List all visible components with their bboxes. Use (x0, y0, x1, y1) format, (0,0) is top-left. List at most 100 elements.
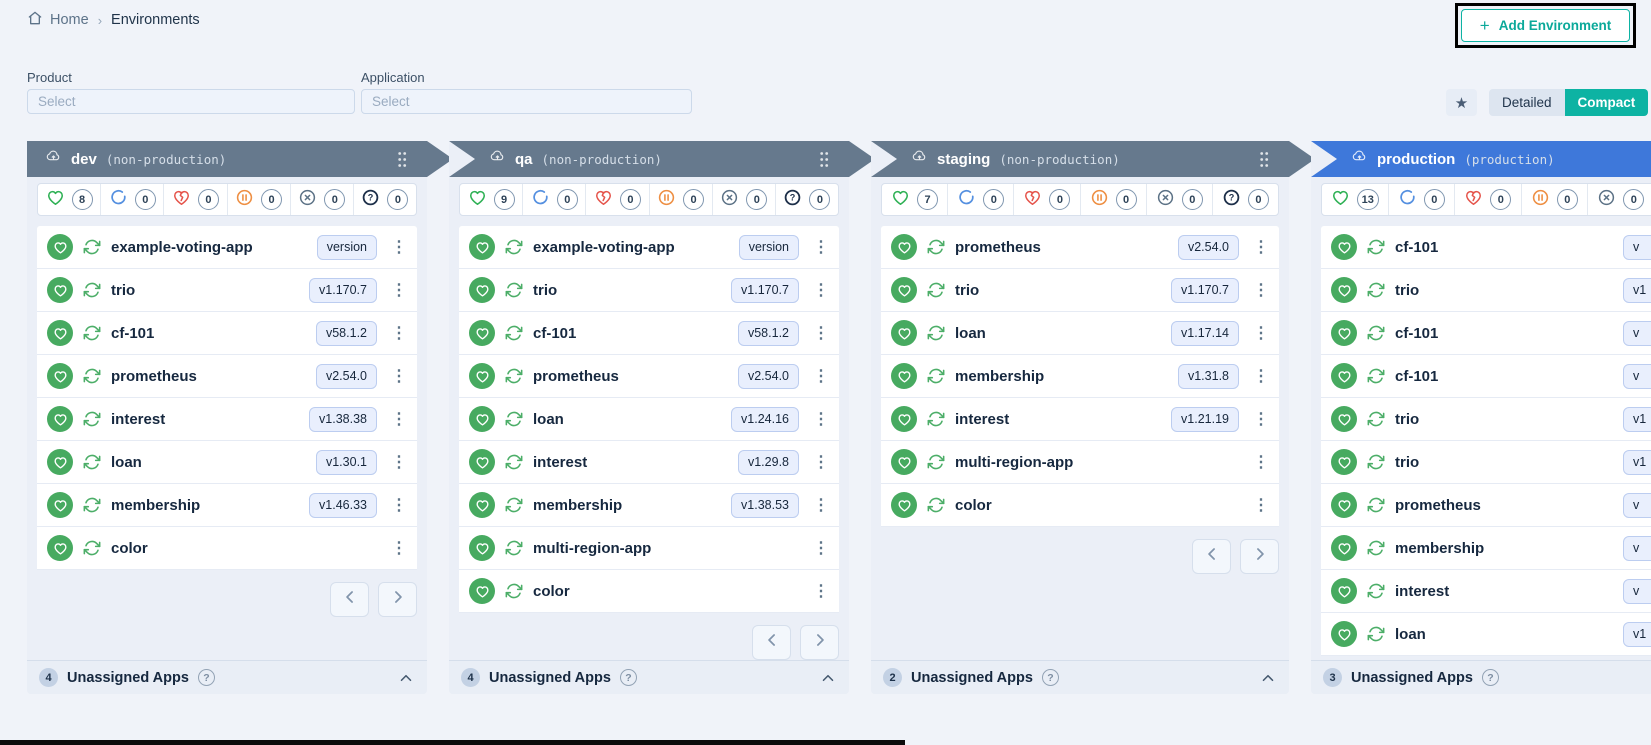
status-seg-terminating[interactable]: 0 (1146, 184, 1212, 215)
app-row-loan[interactable]: loan v1 ⋮ (1321, 613, 1651, 656)
app-row-trio[interactable]: trio v1 ⋮ (1321, 441, 1651, 484)
app-row-trio[interactable]: trio v1 ⋮ (1321, 398, 1651, 441)
app-row-trio[interactable]: trio v1.170.7 ⋮ (881, 269, 1279, 312)
unassigned-apps-footer[interactable]: 2 Unassigned Apps ? (871, 660, 1289, 694)
status-seg-degraded[interactable]: 0 (585, 184, 648, 215)
kebab-menu-button[interactable]: ⋮ (1249, 452, 1273, 472)
status-seg-healthy[interactable]: 7 (882, 184, 947, 215)
app-row-multi-region-app[interactable]: multi-region-app ⋮ (881, 441, 1279, 484)
app-row-interest[interactable]: interest v1.21.19 ⋮ (881, 398, 1279, 441)
kebab-menu-button[interactable]: ⋮ (1249, 323, 1273, 343)
kebab-menu-button[interactable]: ⋮ (387, 409, 411, 429)
status-seg-progressing[interactable]: 0 (100, 184, 163, 215)
app-row-prometheus[interactable]: prometheus v2.54.0 ⋮ (37, 355, 417, 398)
status-seg-suspended[interactable]: 0 (649, 184, 712, 215)
status-seg-suspended[interactable]: 0 (1521, 184, 1588, 215)
app-row-prometheus[interactable]: prometheus v2.54.0 ⋮ (881, 226, 1279, 269)
kebab-menu-button[interactable]: ⋮ (1249, 366, 1273, 386)
drag-handle-icon[interactable] (397, 151, 407, 168)
application-filter-select[interactable]: Select (361, 89, 692, 114)
app-row-multi-region-app[interactable]: multi-region-app ⋮ (459, 527, 839, 570)
kebab-menu-button[interactable]: ⋮ (809, 280, 833, 300)
help-icon[interactable]: ? (1482, 669, 1499, 686)
app-row-cf-101[interactable]: cf-101 v ⋮ (1321, 312, 1651, 355)
kebab-menu-button[interactable]: ⋮ (809, 495, 833, 515)
kebab-menu-button[interactable]: ⋮ (809, 538, 833, 558)
status-seg-healthy[interactable]: 13 (1322, 184, 1388, 215)
app-row-prometheus[interactable]: prometheus v2.54.0 ⋮ (459, 355, 839, 398)
help-icon[interactable]: ? (1042, 669, 1059, 686)
pagination-prev-button[interactable] (752, 625, 791, 660)
app-row-loan[interactable]: loan v1.17.14 ⋮ (881, 312, 1279, 355)
status-seg-unknown[interactable]: ? 0 (1212, 184, 1278, 215)
kebab-menu-button[interactable]: ⋮ (387, 452, 411, 472)
pagination-prev-button[interactable] (330, 582, 369, 617)
product-filter-select[interactable]: Select (27, 89, 355, 114)
app-row-cf-101[interactable]: cf-101 v58.1.2 ⋮ (459, 312, 839, 355)
kebab-menu-button[interactable]: ⋮ (1249, 409, 1273, 429)
app-row-interest[interactable]: interest v1.38.38 ⋮ (37, 398, 417, 441)
pagination-prev-button[interactable] (1192, 539, 1231, 574)
drag-handle-icon[interactable] (1259, 151, 1269, 168)
status-seg-suspended[interactable]: 0 (227, 184, 290, 215)
status-seg-progressing[interactable]: 0 (1388, 184, 1455, 215)
breadcrumb-home-link[interactable]: Home (27, 10, 89, 30)
collapse-chevron-up-icon[interactable] (1259, 669, 1277, 687)
status-seg-suspended[interactable]: 0 (1080, 184, 1146, 215)
app-row-interest[interactable]: interest v ⋮ (1321, 570, 1651, 613)
app-row-color[interactable]: color ⋮ (881, 484, 1279, 527)
kebab-menu-button[interactable]: ⋮ (387, 495, 411, 515)
status-seg-healthy[interactable]: 9 (460, 184, 522, 215)
app-row-prometheus[interactable]: prometheus v ⋮ (1321, 484, 1651, 527)
status-seg-terminating[interactable]: 0 (1587, 184, 1651, 215)
status-seg-progressing[interactable]: 0 (947, 184, 1013, 215)
status-seg-degraded[interactable]: 0 (1013, 184, 1079, 215)
status-seg-unknown[interactable]: ? 0 (353, 184, 416, 215)
app-row-loan[interactable]: loan v1.24.16 ⋮ (459, 398, 839, 441)
kebab-menu-button[interactable]: ⋮ (809, 366, 833, 386)
collapse-chevron-up-icon[interactable] (397, 669, 415, 687)
view-detailed-button[interactable]: Detailed (1489, 89, 1565, 116)
app-row-membership[interactable]: membership v1.38.53 ⋮ (459, 484, 839, 527)
help-icon[interactable]: ? (198, 669, 215, 686)
status-seg-healthy[interactable]: 8 (38, 184, 100, 215)
unassigned-apps-footer[interactable]: 4 Unassigned Apps ? (27, 660, 427, 694)
help-icon[interactable]: ? (620, 669, 637, 686)
add-environment-button[interactable]: + Add Environment (1461, 9, 1630, 42)
status-seg-progressing[interactable]: 0 (522, 184, 585, 215)
kebab-menu-button[interactable]: ⋮ (809, 409, 833, 429)
kebab-menu-button[interactable]: ⋮ (809, 452, 833, 472)
kebab-menu-button[interactable]: ⋮ (1249, 280, 1273, 300)
app-row-membership[interactable]: membership v1.46.33 ⋮ (37, 484, 417, 527)
app-row-color[interactable]: color ⋮ (37, 527, 417, 570)
app-row-cf-101[interactable]: cf-101 v ⋮ (1321, 226, 1651, 269)
app-row-cf-101[interactable]: cf-101 v ⋮ (1321, 355, 1651, 398)
status-seg-degraded[interactable]: 0 (163, 184, 226, 215)
app-row-trio[interactable]: trio v1 ⋮ (1321, 269, 1651, 312)
app-row-color[interactable]: color ⋮ (459, 570, 839, 613)
kebab-menu-button[interactable]: ⋮ (387, 538, 411, 558)
collapse-chevron-up-icon[interactable] (819, 669, 837, 687)
kebab-menu-button[interactable]: ⋮ (387, 237, 411, 257)
kebab-menu-button[interactable]: ⋮ (1249, 237, 1273, 257)
app-row-example-voting-app[interactable]: example-voting-app version ⋮ (459, 226, 839, 269)
app-row-trio[interactable]: trio v1.170.7 ⋮ (37, 269, 417, 312)
kebab-menu-button[interactable]: ⋮ (809, 323, 833, 343)
kebab-menu-button[interactable]: ⋮ (809, 237, 833, 257)
status-seg-terminating[interactable]: 0 (290, 184, 353, 215)
favorites-star-button[interactable]: ★ (1446, 89, 1477, 116)
status-seg-terminating[interactable]: 0 (712, 184, 775, 215)
app-row-example-voting-app[interactable]: example-voting-app version ⋮ (37, 226, 417, 269)
kebab-menu-button[interactable]: ⋮ (809, 581, 833, 601)
status-seg-unknown[interactable]: ? 0 (775, 184, 838, 215)
app-row-membership[interactable]: membership v1.31.8 ⋮ (881, 355, 1279, 398)
kebab-menu-button[interactable]: ⋮ (387, 323, 411, 343)
kebab-menu-button[interactable]: ⋮ (387, 280, 411, 300)
app-row-interest[interactable]: interest v1.29.8 ⋮ (459, 441, 839, 484)
unassigned-apps-footer[interactable]: 4 Unassigned Apps ? (449, 660, 849, 694)
unassigned-apps-footer[interactable]: 3 Unassigned Apps ? (1311, 660, 1651, 694)
pagination-next-button[interactable] (800, 625, 839, 660)
kebab-menu-button[interactable]: ⋮ (387, 366, 411, 386)
view-compact-button[interactable]: Compact (1565, 89, 1649, 116)
drag-handle-icon[interactable] (819, 151, 829, 168)
